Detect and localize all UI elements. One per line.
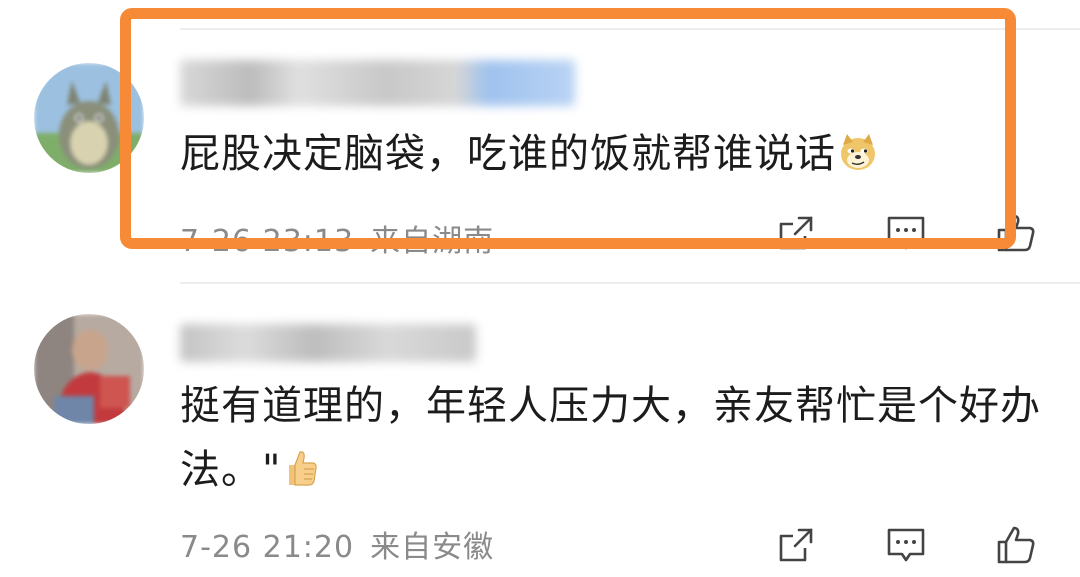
comment-location: 来自湖南 [370, 224, 495, 259]
comment-button[interactable] [885, 212, 927, 254]
share-icon [779, 528, 813, 562]
comment-meta: 7-26 23:13 来自湖南 [180, 216, 510, 260]
username-blurred[interactable] [180, 60, 575, 106]
comment-icon [887, 216, 925, 250]
share-button[interactable] [775, 524, 817, 566]
comment-text: 挺有道理的，年轻人压力大，亲友帮忙是个好办法。" [180, 374, 1050, 502]
share-icon [779, 216, 813, 250]
avatar-person-image [34, 314, 144, 424]
avatar[interactable] [34, 63, 144, 173]
avatar-totoro-image [34, 63, 144, 173]
username-blurred[interactable] [180, 324, 476, 362]
share-button[interactable] [775, 212, 817, 254]
comment-meta: 7-26 21:20 来自安徽 [180, 522, 510, 566]
comment-time: 7-26 21:20 [180, 530, 355, 565]
like-button[interactable] [995, 212, 1037, 254]
thumbs-up-emoji-icon [289, 451, 318, 486]
comment-button[interactable] [885, 524, 927, 566]
comment-location: 来自安徽 [370, 530, 495, 565]
comment-item: 屁股决定脑袋，吃谁的饭就帮谁说话 7-26 23:13 来自湖南 [0, 0, 1080, 282]
doge-emoji-icon [841, 134, 875, 170]
comment-time: 7-26 23:13 [180, 224, 355, 259]
avatar[interactable] [34, 314, 144, 424]
comment-text: 屁股决定脑袋，吃谁的饭就帮谁说话 [180, 122, 970, 186]
comment-item: 挺有道理的，年轻人压力大，亲友帮忙是个好办法。" 7-26 21:20 来自安徽 [0, 284, 1080, 577]
comment-icon [887, 528, 925, 562]
thumbs-up-icon [997, 214, 1035, 252]
like-button[interactable] [995, 524, 1037, 566]
comment-text-body: 屁股决定脑袋，吃谁的饭就帮谁说话 [180, 131, 836, 177]
thumbs-up-icon [997, 526, 1035, 564]
